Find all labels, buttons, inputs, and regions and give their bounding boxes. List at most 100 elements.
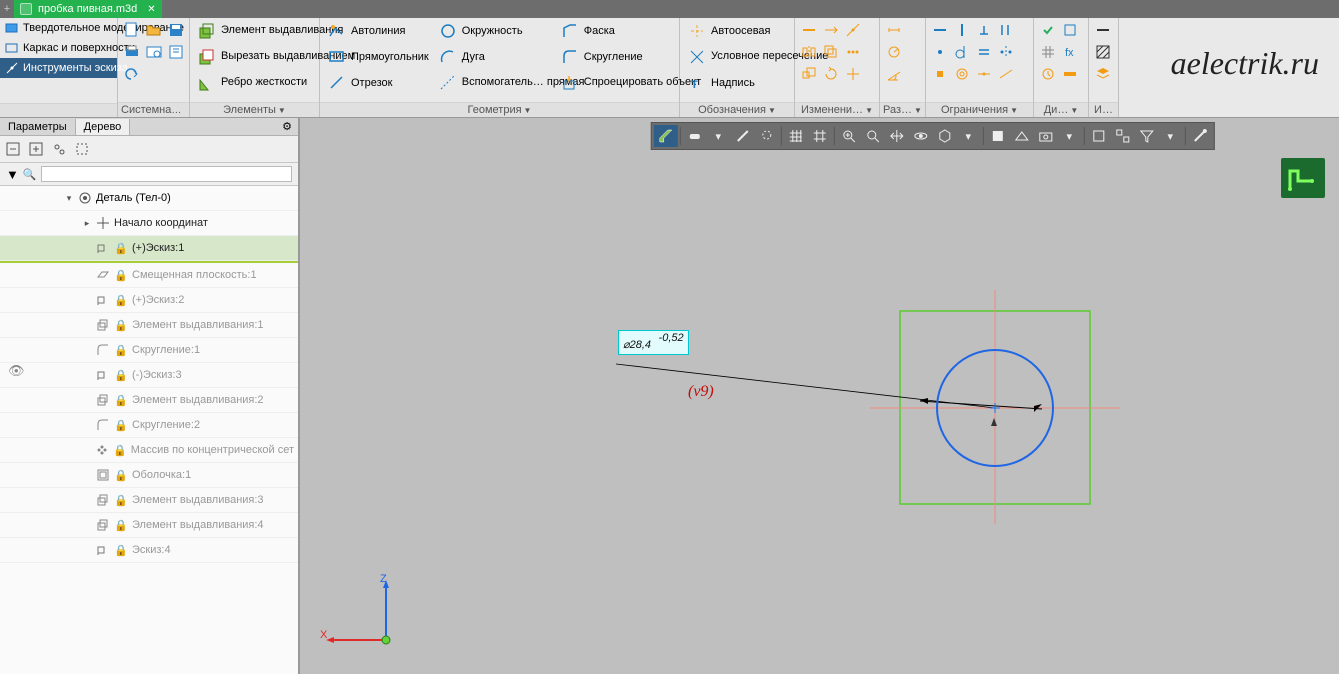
offset-button[interactable]: [821, 42, 841, 62]
midpoint-constraint[interactable]: [974, 64, 994, 84]
tree-item-label: Элемент выдавливания:4: [132, 519, 264, 531]
split-button[interactable]: [843, 20, 863, 40]
mode-label: Инструменты эскиза: [23, 62, 128, 74]
cad-viewport[interactable]: ▾ ▾ ▾ ▾: [300, 118, 1339, 674]
angular-dim-button[interactable]: [884, 64, 904, 84]
open-file-button[interactable]: [144, 20, 164, 40]
tangent-constraint[interactable]: [952, 42, 972, 62]
mode-wireframe[interactable]: Каркас и поверхности: [0, 38, 117, 58]
tree-item-label: (+)Эскиз:2: [132, 294, 184, 306]
tree-item[interactable]: 🔒(+)Эскиз:2: [0, 288, 298, 313]
print-button[interactable]: [122, 42, 142, 62]
mode-sketch-tools[interactable]: Инструменты эскиза: [0, 58, 117, 78]
tree-item[interactable]: 🔒Элемент выдавливания:1: [0, 313, 298, 338]
dim-tolerance: -0,52: [659, 332, 684, 344]
circle-button[interactable]: Окружность: [435, 20, 555, 42]
formula-button[interactable]: fx: [1060, 42, 1080, 62]
tree-item-type-icon: [96, 318, 110, 332]
new-file-button[interactable]: [122, 20, 142, 40]
lock-icon: 🔒: [114, 493, 128, 507]
linear-pattern-button[interactable]: [843, 42, 863, 62]
tree-item[interactable]: 🔒Скругление:1: [0, 338, 298, 363]
measure-button[interactable]: [1060, 64, 1080, 84]
group-label: Геометрия: [468, 104, 522, 116]
grid-button[interactable]: [1038, 42, 1058, 62]
tree-item[interactable]: 🔒 Элемент выдавливания:4: [0, 513, 298, 538]
tree-item[interactable]: 🔒Эскиз:4: [0, 538, 298, 563]
perpendicular-constraint[interactable]: [974, 20, 994, 40]
autoline-button[interactable]: Автолиния: [324, 20, 433, 42]
label: Окружность: [462, 25, 523, 37]
tree-collapse-button[interactable]: [3, 139, 23, 159]
params-tab[interactable]: Параметры: [0, 119, 76, 135]
segment-button[interactable]: Отрезок: [324, 72, 433, 94]
label: Фаска: [584, 25, 615, 37]
tree-search-input[interactable]: [41, 166, 292, 182]
close-tab-icon[interactable]: ✕: [147, 4, 155, 15]
label: Скругление: [584, 51, 643, 63]
mirror-button[interactable]: [799, 42, 819, 62]
tree-item[interactable]: 🔒Элемент выдавливания:2: [0, 388, 298, 413]
show-constraints-button[interactable]: [1060, 20, 1080, 40]
equal-constraint[interactable]: [974, 42, 994, 62]
tree-item[interactable]: 🔒Оболочка:1: [0, 463, 298, 488]
new-tab-button[interactable]: +: [0, 0, 14, 18]
lock-icon: 🔒: [114, 518, 128, 532]
aux-line-button[interactable]: Вспомогатель… прямая: [435, 72, 555, 94]
preview-button[interactable]: [144, 42, 164, 62]
undo-button[interactable]: [122, 64, 142, 84]
tree-tab[interactable]: Дерево: [76, 119, 131, 135]
tree-filter-button[interactable]: [49, 139, 69, 159]
layers-button[interactable]: [1093, 64, 1113, 84]
rib-icon: [198, 74, 216, 92]
group-label: Изменени…: [801, 104, 863, 116]
tree-item[interactable]: 🔒Массив по концентрической сет: [0, 438, 298, 463]
trim-button[interactable]: [799, 20, 819, 40]
diameter-dimension[interactable]: ⌀28,4 -0,52: [618, 330, 689, 355]
extend-button[interactable]: [821, 20, 841, 40]
tree-item[interactable]: ▸Начало координат: [0, 211, 298, 236]
hatch-button[interactable]: [1093, 42, 1113, 62]
tree-expand-button[interactable]: [26, 139, 46, 159]
coincident-constraint[interactable]: [930, 42, 950, 62]
label: Автолиния: [351, 25, 405, 37]
tree-select-button[interactable]: [72, 139, 92, 159]
check-sketch-button[interactable]: [1038, 20, 1058, 40]
tree-item[interactable]: 🔒Скругление:2: [0, 413, 298, 438]
tree-root[interactable]: ▾ Деталь (Тел-0): [0, 186, 298, 211]
fillet-button[interactable]: Скругление: [557, 46, 677, 68]
mode-solid[interactable]: Твердотельное моделирование: [0, 18, 117, 38]
text-icon: T: [688, 74, 706, 92]
properties-button[interactable]: [166, 42, 186, 62]
line-style-button[interactable]: [1093, 20, 1113, 40]
smart-dim-button[interactable]: [884, 20, 904, 40]
file-tab-active[interactable]: пробка пивная.m3d ✕: [14, 0, 162, 18]
horizontal-constraint[interactable]: [930, 20, 950, 40]
panel-settings-icon[interactable]: ⚙: [276, 120, 298, 133]
chamfer-button[interactable]: Фаска: [557, 20, 677, 42]
tree-item[interactable]: 🔒(-)Эскиз:3: [0, 363, 298, 388]
colinear-constraint[interactable]: [996, 64, 1016, 84]
repair-button[interactable]: [1038, 64, 1058, 84]
extrude-icon: [198, 22, 216, 40]
scale-button[interactable]: [799, 64, 819, 84]
rotate-button[interactable]: [821, 64, 841, 84]
lock-icon: 🔒: [114, 543, 128, 557]
fix-constraint[interactable]: [930, 64, 950, 84]
tree-item[interactable]: 🔒Смещенная плоскость:1: [0, 263, 298, 288]
vertical-constraint[interactable]: [952, 20, 972, 40]
parallel-constraint[interactable]: [996, 20, 1016, 40]
save-button[interactable]: [166, 20, 186, 40]
tree-item[interactable]: 🔒Элемент выдавливания:3: [0, 488, 298, 513]
symmetric-constraint[interactable]: [996, 42, 1016, 62]
tree-item[interactable]: 🔒(+)Эскиз:1: [0, 236, 298, 261]
arc-button[interactable]: Дуга: [435, 46, 555, 68]
rectangle-button[interactable]: Прямоугольник: [324, 46, 433, 68]
sketch-canvas[interactable]: [300, 118, 1339, 674]
project-button[interactable]: Спроецировать объект: [557, 72, 677, 94]
move-button[interactable]: [843, 64, 863, 84]
radial-dim-button[interactable]: [884, 42, 904, 62]
visibility-icon[interactable]: 👁: [8, 363, 25, 379]
concentric-constraint[interactable]: [952, 64, 972, 84]
filter-icon[interactable]: ▼: [6, 167, 19, 182]
